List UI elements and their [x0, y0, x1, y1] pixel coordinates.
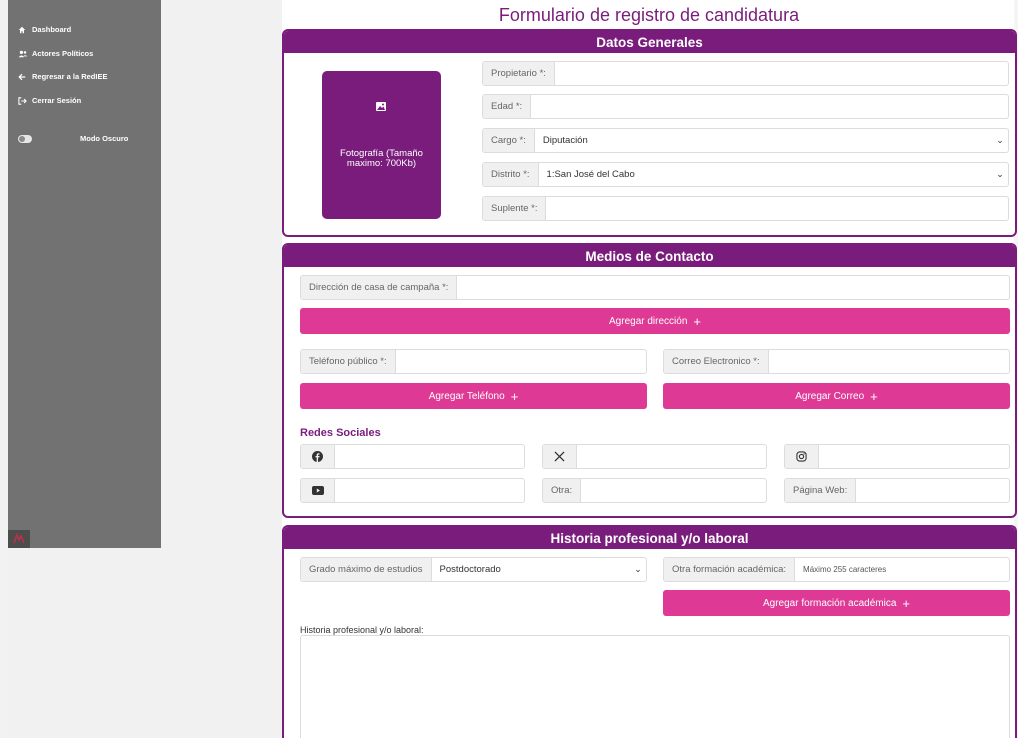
field-label: Cargo *:: [483, 129, 535, 152]
sidebar-item-label: Dashboard: [32, 25, 72, 34]
image-icon: [376, 102, 386, 111]
x-icon: [543, 445, 577, 468]
dark-mode-toggle[interactable]: [18, 135, 32, 143]
telefono-field[interactable]: Teléfono público *:: [300, 349, 647, 374]
chevron-down-icon: ⌄: [634, 564, 642, 574]
x-input[interactable]: [577, 445, 766, 468]
grado-value: Postdoctorado: [439, 564, 501, 575]
cargo-value: Diputación: [542, 135, 588, 146]
field-label: Correo Electronico *:: [664, 350, 769, 373]
facebook-icon: [301, 445, 335, 468]
historia-card: Historia profesional y/o laboral Grado m…: [282, 525, 1017, 738]
chevron-down-icon: ⌄: [996, 169, 1004, 179]
suplente-field[interactable]: Suplente *:: [482, 196, 1009, 221]
propietario-input[interactable]: [555, 62, 1008, 85]
instagram-input[interactable]: [819, 445, 1009, 468]
chevron-down-icon: ⌄: [996, 135, 1004, 145]
correo-field[interactable]: Correo Electronico *:: [663, 349, 1010, 374]
plus-icon: +: [902, 595, 910, 611]
pagina-web-field[interactable]: Página Web:: [784, 478, 1010, 503]
telefono-input[interactable]: [396, 350, 646, 373]
otra-field[interactable]: Otra:: [542, 478, 767, 503]
add-phone-button[interactable]: Agregar Teléfono +: [300, 383, 647, 409]
edad-input[interactable]: [531, 95, 1008, 118]
sidebar-item-dashboard[interactable]: Dashboard: [18, 25, 71, 34]
sidebar-item-label: Regresar a la RedIEE: [32, 72, 108, 81]
distrito-select[interactable]: Distrito *: 1:San José del Cabo ⌄: [482, 162, 1009, 187]
youtube-icon: [301, 479, 335, 502]
grado-estudios-select[interactable]: Grado máximo de estudios Postdoctorado ⌄: [300, 557, 647, 582]
field-label: Propietario *:: [483, 62, 555, 85]
sidebar-item-cerrar-sesion[interactable]: Cerrar Sesión: [18, 96, 81, 105]
youtube-input[interactable]: [335, 479, 524, 502]
otra-formacion-input[interactable]: Máximo 255 caracteres: [795, 558, 1009, 581]
edad-field[interactable]: Edad *:: [482, 94, 1009, 119]
photo-caption: Fotografía (Tamaño maximo: 700Kb): [340, 148, 423, 169]
page-title: Formulario de registro de candidatura: [498, 5, 800, 25]
suplente-input[interactable]: [546, 197, 1008, 220]
otra-formacion-field[interactable]: Otra formación académica: Máximo 255 car…: [663, 557, 1010, 582]
plus-icon: +: [870, 388, 878, 404]
historia-label: Historia profesional y/o laboral:: [300, 625, 424, 635]
sidebar-item-label: Actores Políticos: [32, 49, 94, 58]
sidebar-item-actores-politicos[interactable]: Actores Políticos: [18, 49, 93, 58]
button-label: Agregar dirección: [609, 315, 688, 327]
left-margin: [0, 0, 8, 738]
field-label: Otra:: [543, 479, 582, 502]
field-label: Grado máximo de estudios: [301, 558, 432, 581]
propietario-field[interactable]: Propietario *:: [482, 61, 1009, 86]
instagram-field[interactable]: [784, 444, 1010, 469]
facebook-field[interactable]: [300, 444, 525, 469]
button-label: Agregar Teléfono: [428, 390, 505, 402]
dark-mode-label: Modo Oscuro: [80, 134, 129, 143]
home-icon: [18, 26, 32, 34]
photo-upload[interactable]: Fotografía (Tamaño maximo: 700Kb): [322, 71, 441, 219]
button-label: Agregar formación académica: [763, 597, 897, 609]
field-label: Edad *:: [483, 95, 532, 118]
card-title: Historia profesional y/o laboral: [284, 527, 1015, 549]
field-label: Distrito *:: [483, 163, 539, 186]
redes-sociales-heading: Redes Sociales: [300, 427, 381, 439]
otra-input[interactable]: [581, 479, 766, 502]
distrito-value: 1:San José del Cabo: [546, 169, 635, 180]
field-label: Página Web:: [785, 479, 857, 502]
medios-contacto-card: Medios de Contacto Dirección de casa de …: [282, 243, 1017, 518]
pagina-web-input[interactable]: [856, 479, 1009, 502]
direccion-input[interactable]: [457, 276, 1009, 299]
x-field[interactable]: [542, 444, 767, 469]
youtube-field[interactable]: [300, 478, 525, 503]
field-label: Suplente *:: [483, 197, 547, 220]
add-formacion-button[interactable]: Agregar formación académica +: [663, 590, 1010, 616]
sidebar-item-label: Cerrar Sesión: [32, 96, 82, 105]
field-label: Otra formación académica:: [664, 558, 796, 581]
background-panel-bottom: [8, 548, 282, 738]
background-panel: [161, 0, 282, 548]
sidebar-item-regresar[interactable]: Regresar a la RedIEE: [18, 72, 107, 81]
add-email-button[interactable]: Agregar Correo +: [663, 383, 1010, 409]
arrow-left-icon: [18, 73, 32, 81]
field-label: Teléfono público *:: [301, 350, 396, 373]
datos-generales-card: Datos Generales Fotografía (Tamaño maxim…: [282, 29, 1017, 237]
plus-icon: +: [510, 388, 519, 404]
users-icon: [18, 50, 32, 58]
field-label: Dirección de casa de campaña *:: [301, 276, 458, 299]
add-address-button[interactable]: Agregar dirección +: [300, 308, 1010, 334]
facebook-input[interactable]: [335, 445, 524, 468]
cargo-select[interactable]: Cargo *: Diputación ⌄: [482, 128, 1009, 153]
card-title: Medios de Contacto: [284, 245, 1015, 267]
card-title: Datos Generales: [284, 31, 1015, 53]
logout-icon: [18, 96, 32, 105]
sidebar: Dashboard Actores Políticos Regresar a l…: [8, 0, 161, 548]
button-label: Agregar Correo: [795, 390, 865, 402]
instagram-icon: [785, 445, 819, 468]
correo-input[interactable]: [769, 350, 1009, 373]
direccion-field[interactable]: Dirección de casa de campaña *:: [300, 275, 1010, 300]
plus-icon: +: [693, 313, 701, 329]
historia-textarea[interactable]: [300, 635, 1010, 738]
logo-icon: [8, 530, 30, 548]
